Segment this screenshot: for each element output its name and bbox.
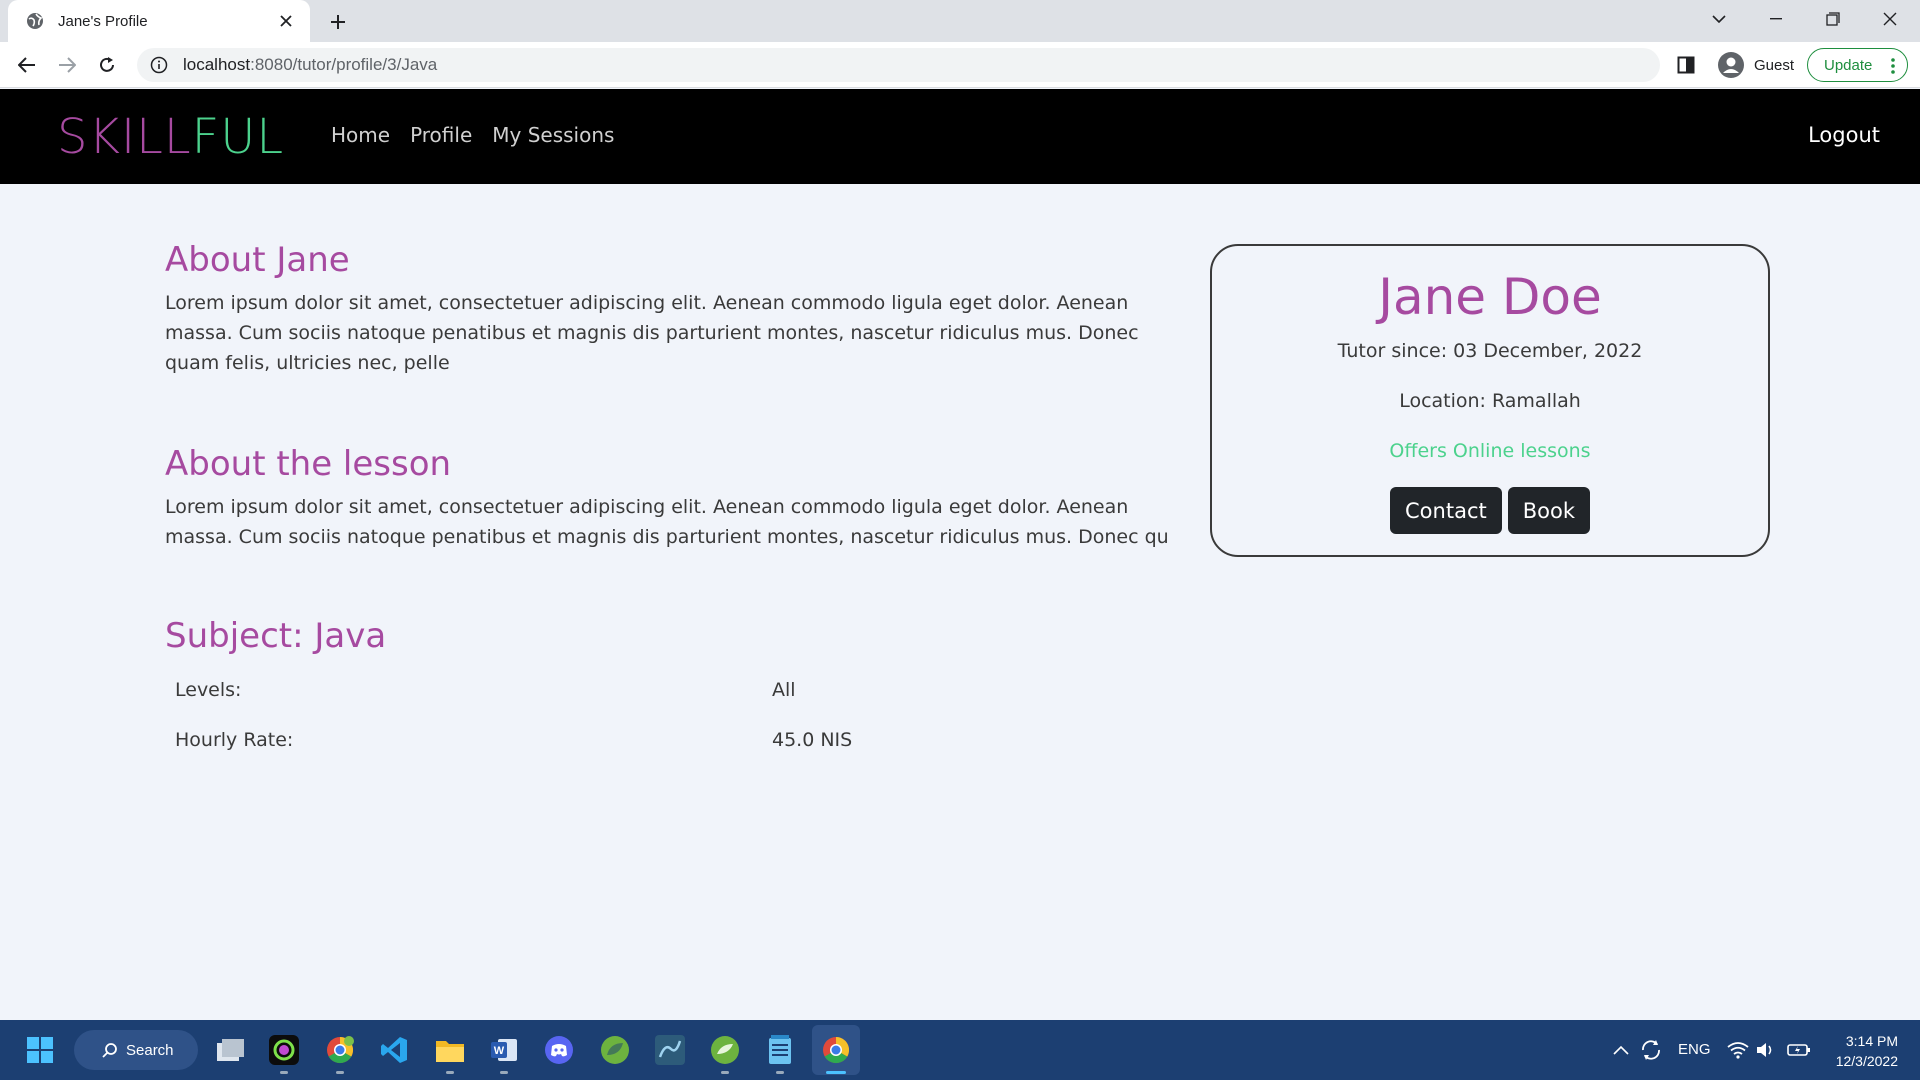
chrome-profile-icon[interactable]	[324, 1034, 356, 1066]
clock-time: 3:14 PM	[1845, 1033, 1898, 1049]
online-lessons-note: Offers Online lessons	[1389, 440, 1591, 462]
logout-link[interactable]: Logout	[1808, 123, 1880, 147]
reload-icon[interactable]	[93, 51, 121, 79]
running-indicator	[721, 1071, 729, 1074]
update-label: Update	[1824, 56, 1873, 74]
tutor-since: Tutor since: 03 December, 2022	[1337, 340, 1643, 362]
language-indicator[interactable]: ENG	[1678, 1041, 1711, 1058]
close-tab-icon[interactable]	[276, 11, 296, 31]
svg-text:W: W	[494, 1045, 505, 1057]
book-button[interactable]: Book	[1507, 487, 1590, 534]
nav-links: Home Profile My Sessions	[331, 123, 614, 147]
word-icon[interactable]: W	[488, 1034, 520, 1066]
new-tab-icon[interactable]	[325, 9, 351, 35]
browser-tab[interactable]: Jane's Profile	[8, 0, 310, 42]
tutor-card: Jane Doe Tutor since: 03 December, 2022 …	[1210, 244, 1770, 557]
sync-icon[interactable]	[1635, 1034, 1667, 1066]
tab-title: Jane's Profile	[58, 12, 148, 30]
lesson-section: About the lesson Lorem ipsum dolor sit a…	[165, 444, 1175, 552]
taskbar: Search W ENG 3:14 PM 12/3/2022	[0, 1020, 1920, 1080]
address-bar[interactable]: localhost:8080/tutor/profile/3/Java	[137, 48, 1660, 82]
restore-icon[interactable]	[1805, 0, 1861, 38]
levels-label: Levels:	[175, 679, 242, 701]
subject-section: Subject: Java Levels: All Hourly Rate: 4…	[165, 616, 1175, 751]
show-hidden-icons-chevron-icon[interactable]	[1605, 1034, 1637, 1066]
site-info-icon[interactable]	[150, 56, 168, 74]
spring-boot-icon[interactable]	[709, 1034, 741, 1066]
hourly-rate-label: Hourly Rate:	[175, 729, 294, 751]
back-icon[interactable]	[13, 51, 41, 79]
contact-button[interactable]: Contact	[1390, 487, 1502, 534]
avatar-icon	[1718, 52, 1744, 78]
lesson-heading: About the lesson	[165, 444, 452, 484]
nav-link-profile[interactable]: Profile	[410, 123, 472, 147]
lesson-text: Lorem ipsum dolor sit amet, consectetuer…	[165, 496, 1169, 548]
battery-icon[interactable]	[1783, 1034, 1815, 1066]
about-text: Lorem ipsum dolor sit amet, consectetuer…	[165, 292, 1139, 374]
task-view-icon[interactable]	[214, 1034, 246, 1066]
main-content: About Jane Lorem ipsum dolor sit amet, c…	[165, 240, 1175, 751]
search-icon	[102, 1042, 118, 1058]
close-window-icon[interactable]	[1862, 0, 1918, 38]
nav-link-home[interactable]: Home	[331, 123, 390, 147]
vscode-icon[interactable]	[378, 1034, 410, 1066]
tutor-name: Jane Doe	[1378, 268, 1602, 326]
running-indicator	[336, 1071, 344, 1074]
minimize-icon[interactable]	[1748, 0, 1804, 38]
url-text: localhost:8080/tutor/profile/3/Java	[183, 55, 437, 75]
brand-part-2: FUL	[191, 109, 285, 165]
volume-icon[interactable]	[1750, 1034, 1782, 1066]
discord-icon[interactable]	[543, 1034, 575, 1066]
more-menu-icon[interactable]	[1891, 58, 1895, 74]
about-section: About Jane Lorem ipsum dolor sit amet, c…	[165, 240, 1175, 378]
subject-heading: Subject: Java	[165, 616, 387, 656]
about-heading: About Jane	[165, 240, 350, 280]
profile-name: Guest	[1754, 56, 1795, 74]
browser-tabstrip: Jane's Profile	[0, 0, 1920, 42]
file-explorer-icon[interactable]	[434, 1034, 466, 1066]
taskbar-search[interactable]: Search	[74, 1030, 198, 1070]
mysql-workbench-icon[interactable]	[654, 1034, 686, 1066]
hourly-rate-value: 45.0 NIS	[772, 729, 853, 751]
forward-icon[interactable]	[53, 51, 81, 79]
brand-part-1: SKILL	[57, 109, 192, 165]
levels-value: All	[772, 679, 796, 701]
clock-date: 12/3/2022	[1835, 1053, 1898, 1069]
url-host: localhost	[183, 55, 251, 74]
active-indicator	[826, 1071, 846, 1074]
running-indicator	[500, 1071, 508, 1074]
app-icon-circle[interactable]	[268, 1034, 300, 1066]
running-indicator	[776, 1071, 784, 1074]
tab-search-chevron-icon[interactable]	[1691, 0, 1747, 38]
url-path: :8080/tutor/profile/3/Java	[250, 55, 438, 74]
nav-link-my-sessions[interactable]: My Sessions	[492, 123, 614, 147]
globe-icon	[26, 12, 44, 30]
taskbar-clock[interactable]: 3:14 PM 12/3/2022	[1836, 1031, 1898, 1071]
running-indicator	[446, 1071, 454, 1074]
side-panel-icon[interactable]	[1673, 52, 1699, 78]
notepad-icon[interactable]	[764, 1034, 796, 1066]
update-button[interactable]: Update	[1807, 48, 1908, 82]
browser-toolbar: localhost:8080/tutor/profile/3/Java Gues…	[0, 42, 1920, 88]
running-indicator	[280, 1071, 288, 1074]
brand-logo[interactable]: SKILLFUL	[57, 109, 284, 165]
spring-tools-icon[interactable]	[599, 1034, 631, 1066]
profile-button[interactable]: Guest	[1710, 48, 1802, 82]
site-navbar: SKILLFUL Home Profile My Sessions Logout	[0, 89, 1920, 184]
windows-start-icon[interactable]	[24, 1034, 56, 1066]
card-actions: Contact Book	[1212, 487, 1768, 534]
search-label: Search	[126, 1041, 174, 1059]
tutor-location: Location: Ramallah	[1399, 390, 1581, 412]
chrome-icon[interactable]	[820, 1034, 852, 1066]
